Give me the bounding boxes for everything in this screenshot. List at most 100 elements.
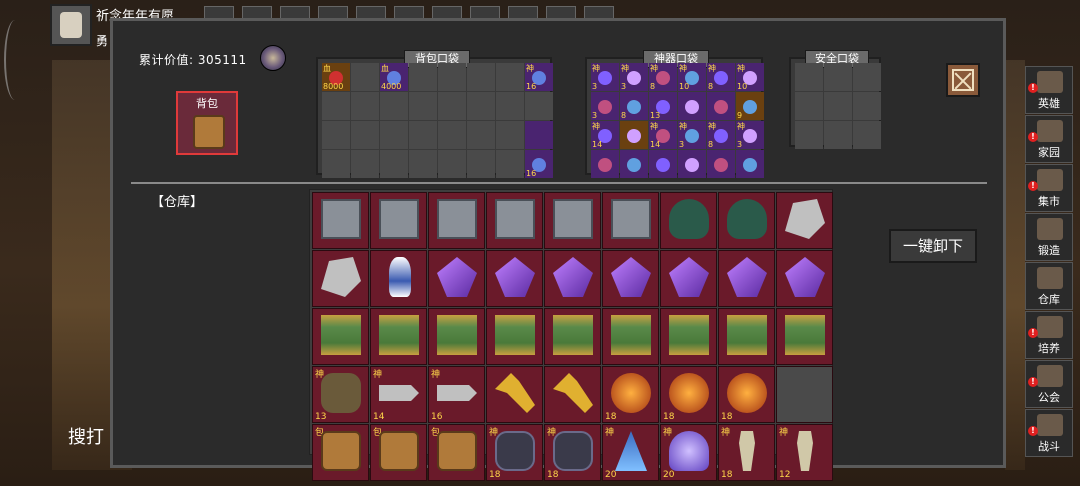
pocket-slot[interactable]: 血 8000: [322, 63, 350, 91]
warehouse-slot[interactable]: 神 14: [370, 366, 427, 423]
artifact-slot[interactable]: 神8: [649, 63, 677, 91]
safe-slot[interactable]: [824, 63, 852, 91]
warehouse-slot[interactable]: [312, 250, 369, 307]
menu-item-8[interactable]: ! 战斗: [1025, 409, 1073, 457]
artifact-slot[interactable]: [707, 150, 735, 178]
artifact-slot[interactable]: 13: [649, 92, 677, 120]
safe-slot[interactable]: [853, 63, 881, 91]
warehouse-slot[interactable]: 18: [602, 366, 659, 423]
warehouse-slot[interactable]: [370, 250, 427, 307]
pocket-slot[interactable]: 血 4000: [380, 63, 408, 91]
warehouse-slot[interactable]: [776, 366, 833, 423]
safe-slot[interactable]: [853, 121, 881, 149]
warehouse-slot[interactable]: 神 16: [428, 366, 485, 423]
warehouse-slot[interactable]: 神 20: [602, 424, 659, 481]
safe-slot[interactable]: [795, 63, 823, 91]
warehouse-slot[interactable]: 神 13: [312, 366, 369, 423]
artifact-slot[interactable]: [678, 150, 706, 178]
warehouse-slot[interactable]: 18: [660, 366, 717, 423]
pocket-slot[interactable]: [409, 121, 437, 149]
menu-item-3[interactable]: ! 集市: [1025, 164, 1073, 212]
artifact-slot[interactable]: 9: [736, 92, 764, 120]
artifact-slot[interactable]: [591, 150, 619, 178]
warehouse-slot[interactable]: [486, 366, 543, 423]
artifact-slot[interactable]: 8: [620, 92, 648, 120]
warehouse-slot[interactable]: [544, 366, 601, 423]
artifact-slot[interactable]: 神8: [707, 121, 735, 149]
artifact-slot[interactable]: 神 14: [591, 121, 619, 149]
pocket-slot[interactable]: [380, 92, 408, 120]
pocket-slot[interactable]: [438, 121, 466, 149]
warehouse-slot[interactable]: [370, 192, 427, 249]
pocket-slot[interactable]: [351, 63, 379, 91]
pocket-slot[interactable]: [438, 63, 466, 91]
artifact-slot[interactable]: 神 10: [736, 63, 764, 91]
warehouse-slot[interactable]: [544, 308, 601, 365]
artifact-slot[interactable]: [649, 150, 677, 178]
warehouse-slot[interactable]: [486, 192, 543, 249]
player-avatar[interactable]: [50, 4, 92, 46]
warehouse-slot[interactable]: [776, 192, 833, 249]
warehouse-slot[interactable]: [718, 250, 775, 307]
pocket-slot[interactable]: [438, 92, 466, 120]
unload-all-button[interactable]: 一键卸下: [889, 229, 977, 263]
menu-item-1[interactable]: ! 英雄: [1025, 66, 1073, 114]
warehouse-slot[interactable]: [312, 192, 369, 249]
warehouse-slot[interactable]: [544, 192, 601, 249]
pocket-slot[interactable]: 神 16: [525, 63, 553, 91]
warehouse-slot[interactable]: [486, 308, 543, 365]
artifact-slot[interactable]: 神3: [678, 121, 706, 149]
close-button[interactable]: [946, 63, 980, 97]
warehouse-slot[interactable]: [718, 192, 775, 249]
warehouse-slot[interactable]: [602, 192, 659, 249]
warehouse-slot[interactable]: [486, 250, 543, 307]
warehouse-slot[interactable]: [602, 250, 659, 307]
pocket-slot[interactable]: [409, 63, 437, 91]
artifact-slot[interactable]: [620, 121, 648, 149]
warehouse-slot[interactable]: [776, 308, 833, 365]
warehouse-slot[interactable]: 包: [428, 424, 485, 481]
safe-slot[interactable]: [824, 92, 852, 120]
warehouse-slot[interactable]: [428, 192, 485, 249]
artifact-slot[interactable]: [620, 150, 648, 178]
pocket-slot[interactable]: [496, 63, 524, 91]
warehouse-slot[interactable]: 神 18: [718, 424, 775, 481]
pocket-slot[interactable]: [496, 150, 524, 178]
warehouse-slot[interactable]: 18: [718, 366, 775, 423]
warehouse-slot[interactable]: 包: [312, 424, 369, 481]
artifact-slot[interactable]: 神 10: [678, 63, 706, 91]
artifact-slot[interactable]: 神 14: [649, 121, 677, 149]
pocket-slot[interactable]: [322, 121, 350, 149]
warehouse-slot[interactable]: 神 20: [660, 424, 717, 481]
warehouse-slot[interactable]: [660, 192, 717, 249]
pocket-slot[interactable]: [409, 92, 437, 120]
backpack-tab-button[interactable]: 背包: [176, 91, 238, 155]
artifact-slot[interactable]: 神3: [591, 63, 619, 91]
menu-item-6[interactable]: ! 培养: [1025, 311, 1073, 359]
artifact-slot[interactable]: 神8: [707, 63, 735, 91]
pocket-slot[interactable]: [351, 92, 379, 120]
warehouse-slot[interactable]: [312, 308, 369, 365]
menu-item-4[interactable]: 锻造: [1025, 213, 1073, 261]
artifact-slot[interactable]: 3: [591, 92, 619, 120]
artifact-slot[interactable]: 神3: [620, 63, 648, 91]
pocket-slot[interactable]: [351, 121, 379, 149]
pocket-slot[interactable]: [380, 121, 408, 149]
warehouse-slot[interactable]: [602, 308, 659, 365]
warehouse-slot[interactable]: [660, 308, 717, 365]
warehouse-slot[interactable]: 神 18: [544, 424, 601, 481]
pocket-slot[interactable]: [322, 150, 350, 178]
pocket-slot[interactable]: [467, 63, 495, 91]
menu-item-5[interactable]: 仓库: [1025, 262, 1073, 310]
safe-slot[interactable]: [853, 92, 881, 120]
pocket-slot[interactable]: [322, 92, 350, 120]
warehouse-slot[interactable]: 包: [370, 424, 427, 481]
warehouse-slot[interactable]: [776, 250, 833, 307]
warehouse-slot[interactable]: [718, 308, 775, 365]
pocket-slot[interactable]: [409, 150, 437, 178]
menu-item-7[interactable]: ! 公会: [1025, 360, 1073, 408]
warehouse-slot[interactable]: [660, 250, 717, 307]
warehouse-slot[interactable]: [428, 308, 485, 365]
pocket-slot[interactable]: [438, 150, 466, 178]
safe-slot[interactable]: [824, 121, 852, 149]
